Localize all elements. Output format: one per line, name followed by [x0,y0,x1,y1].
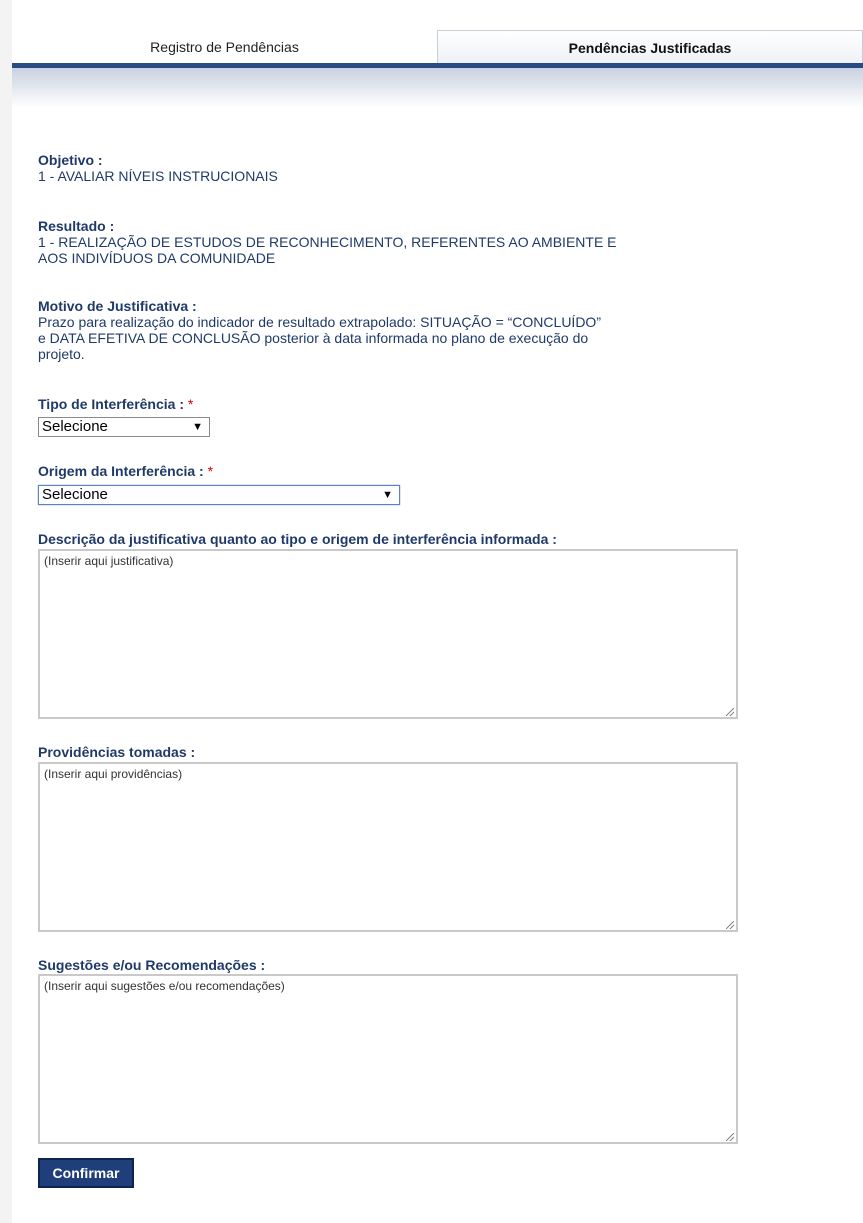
descricao-label-row: Descrição da justificativa quanto ao tip… [38,531,557,547]
tipo-interferencia-label: Tipo de Interferência : [38,396,184,412]
triangle-down-icon: ▼ [382,489,393,501]
resultado-label: Resultado : [38,218,115,234]
origem-interferencia-label: Origem da Interferência : [38,463,204,479]
origem-interferencia-selected: Selecione [42,486,108,503]
sugestoes-label-row: Sugestões e/ou Recomendações : [38,957,265,973]
motivo-line3: projeto. [38,346,85,362]
providencias-textarea[interactable]: (Inserir aqui providências) [38,762,738,932]
resultado-value-line1: 1 - REALIZAÇÃO DE ESTUDOS DE RECONHECIME… [38,234,617,250]
tipo-interferencia-label-row: Tipo de Interferência : * [38,396,193,412]
objetivo-value: 1 - AVALIAR NÍVEIS INSTRUCIONAIS [38,168,278,184]
sugestoes-label: Sugestões e/ou Recomendações : [38,957,266,973]
tab-strip: Registro de Pendências Pendências Justif… [12,30,863,65]
tab-pendencias-justificadas[interactable]: Pendências Justificadas [437,30,863,63]
providencias-label: Providências tomadas : [38,744,196,760]
motivo-line1: Prazo para realização do indicador de re… [38,314,601,330]
tab-bar-gradient [12,68,863,108]
providencias-placeholder: (Inserir aqui providências) [44,767,183,781]
sugestoes-placeholder: (Inserir aqui sugestões e/ou recomendaçõ… [44,979,285,993]
motivo-line2: e DATA EFETIVA DE CONCLUSÃO posterior à … [38,330,589,346]
descricao-placeholder: (Inserir aqui justificativa) [44,554,174,568]
confirm-button[interactable]: Confirmar [38,1158,134,1188]
objetivo-label: Objetivo : [38,152,103,168]
descricao-textarea[interactable]: (Inserir aqui justificativa) [38,549,738,719]
triangle-down-icon: ▼ [192,421,203,433]
resize-grip-icon[interactable] [726,1133,734,1141]
tipo-interferencia-select[interactable]: Selecione ▼ [38,417,210,437]
resultado-value-line2: AOS INDIVÍDUOS DA COMUNIDADE [38,250,276,266]
motivo-label: Motivo de Justificativa : [38,298,197,314]
left-margin-strip [0,0,12,1223]
motivo-section: Motivo de Justificativa : Prazo para rea… [38,298,601,362]
providencias-label-row: Providências tomadas : [38,744,195,760]
descricao-label: Descrição da justificativa quanto ao tip… [38,531,557,547]
sugestoes-textarea[interactable]: (Inserir aqui sugestões e/ou recomendaçõ… [38,974,738,1144]
tab-registro-pendencias[interactable]: Registro de Pendências [12,30,437,63]
resize-grip-icon[interactable] [726,708,734,716]
resize-grip-icon[interactable] [726,921,734,929]
origem-interferencia-select[interactable]: Selecione ▼ [38,485,400,505]
origem-interferencia-label-row: Origem da Interferência : * [38,463,213,479]
resultado-section: Resultado : 1 - REALIZAÇÃO DE ESTUDOS DE… [38,218,617,266]
required-asterisk: * [207,463,214,479]
required-asterisk: * [187,396,194,412]
objetivo-section: Objetivo : 1 - AVALIAR NÍVEIS INSTRUCION… [38,152,278,184]
tipo-interferencia-selected: Selecione [42,418,108,435]
